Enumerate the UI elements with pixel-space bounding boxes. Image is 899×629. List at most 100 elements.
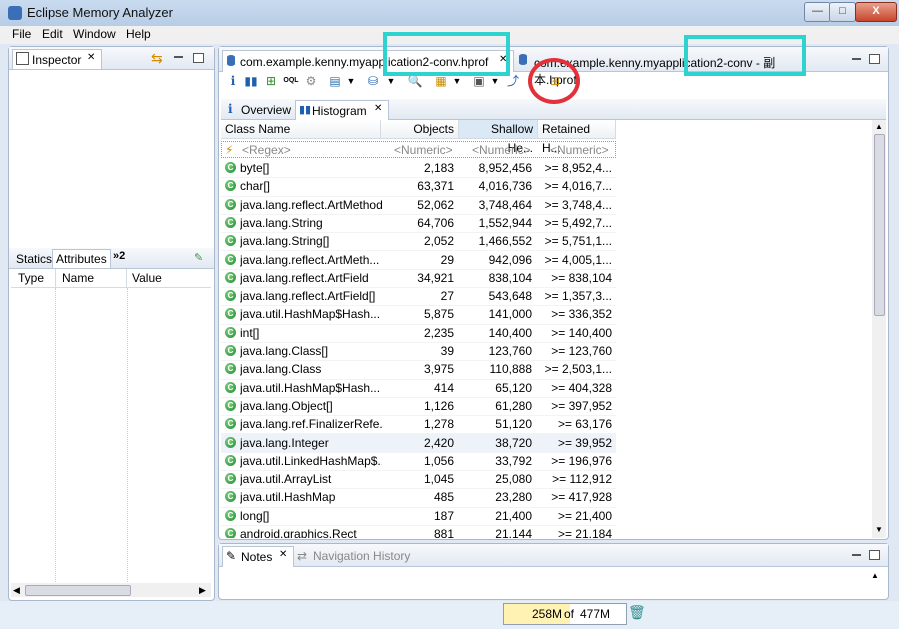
retained-filter-input[interactable]: <Numeric>	[550, 143, 609, 157]
minimize-view-icon[interactable]	[852, 554, 861, 556]
shallow-filter-input[interactable]: <Numeric>	[472, 143, 531, 157]
table-row[interactable]: Cjava.lang.Class 3,975 110,888 >= 2,503,1..…	[221, 360, 616, 380]
maximize-button[interactable]: □	[829, 2, 856, 22]
maximize-view-icon[interactable]	[193, 53, 204, 63]
class-icon: C	[225, 326, 236, 338]
objects-cell: 64,706	[417, 215, 454, 230]
maximize-view-icon[interactable]	[869, 550, 880, 560]
col-objects[interactable]: Objects	[381, 120, 459, 139]
tab-inspector[interactable]: Inspector ✕	[12, 49, 102, 69]
maximize-view-icon[interactable]	[869, 54, 880, 64]
class-name-cell: byte[]	[240, 161, 270, 175]
menu-window[interactable]: Window	[73, 27, 116, 41]
objects-filter-input[interactable]: <Numeric>	[394, 143, 453, 157]
query-browser-icon[interactable]: ▤	[327, 73, 343, 89]
objects-cell: 27	[440, 289, 454, 304]
notes-icon: ✎	[226, 549, 237, 563]
regex-filter-input[interactable]: <Regex>	[242, 143, 291, 157]
objects-cell: 187	[433, 508, 454, 523]
shallow-heap-cell: 123,760	[488, 344, 532, 358]
heap-dump-overview-icon[interactable]: ⛁	[365, 73, 381, 89]
col-shallow-heap[interactable]: Shallow He...	[459, 120, 538, 155]
scroll-left-icon[interactable]: ◀	[13, 585, 20, 596]
table-row[interactable]: Cjava.lang.String[] 2,052 1,466,552 >= 5,75…	[221, 232, 616, 252]
table-row[interactable]: Cjava.lang.Integer 2,420 38,720 >= 39,952	[221, 433, 616, 453]
objects-cell: 414	[433, 380, 454, 395]
tab-overview[interactable]: i Overview	[224, 100, 292, 118]
inspector-h-scrollbar[interactable]: ◀ ▶	[11, 583, 211, 597]
scroll-right-icon[interactable]: ▶	[199, 585, 206, 596]
dominator-tree-icon[interactable]: ⊞	[263, 73, 279, 89]
objects-cell: 485	[433, 490, 454, 505]
class-name-cell: android.graphics.Rect	[240, 527, 357, 538]
objects-cell: 2,420	[423, 435, 454, 450]
col-name[interactable]: Name	[62, 271, 94, 285]
table-row[interactable]: Cjava.lang.reflect.ArtMethod 52,062 3,748,…	[221, 196, 616, 215]
table-row[interactable]: Candroid.graphics.Rect 881 21,144 >= 21,184	[221, 525, 616, 538]
table-row[interactable]: Cjava.util.HashMap$Hash... 414 65,120 >= 40…	[221, 379, 616, 398]
scroll-down-icon[interactable]: ▼	[875, 525, 883, 534]
retained-heap-cell: >= 196,976	[551, 453, 612, 468]
class-name-cell: java.util.HashMap$Hash...	[240, 380, 381, 395]
oql-icon[interactable]: OQL	[283, 73, 299, 89]
objects-cell: 1,056	[423, 453, 454, 468]
col-class-name[interactable]: Class Name	[221, 120, 381, 139]
garbage-collect-icon[interactable]: 🗑	[628, 604, 646, 621]
pin-icon[interactable]: ✎	[194, 251, 203, 264]
table-row[interactable]: Cjava.lang.String 64,706 1,552,944 >= 5,492…	[221, 214, 616, 234]
table-row[interactable]: Cjava.lang.ref.FinalizerRefe... 1,278 51,1…	[221, 415, 616, 435]
objects-cell: 39	[440, 344, 454, 358]
table-row[interactable]: Cjava.util.HashMap 485 23,280 >= 417,928	[221, 488, 616, 508]
col-retained-heap[interactable]: Retained H...	[538, 120, 616, 155]
tab-histogram[interactable]: ▮▮ Histogram ✕	[295, 100, 389, 120]
close-button[interactable]: X	[855, 2, 897, 22]
class-icon: C	[225, 235, 236, 247]
menu-file[interactable]: File	[12, 27, 31, 41]
table-row[interactable]: Cjava.lang.reflect.ArtField[] 27 543,648 >=…	[221, 287, 616, 307]
menu-help[interactable]: Help	[126, 27, 151, 41]
window-title: Eclipse Memory Analyzer	[27, 5, 173, 20]
thread-icon[interactable]: ⚙	[303, 73, 319, 89]
table-row[interactable]: Cjava.lang.Class[] 39 123,760 >= 123,760	[221, 342, 616, 362]
table-row[interactable]: Cint[] 2,235 140,400 >= 140,400	[221, 324, 616, 343]
inspector-tab-label: Inspector	[32, 53, 82, 67]
heap-total: 477M	[580, 607, 611, 621]
class-name-cell: java.lang.String	[240, 215, 323, 230]
histogram-v-scrollbar[interactable]: ▲ ▼	[872, 120, 886, 538]
table-row[interactable]: Cjava.lang.reflect.ArtField 34,921 838,104…	[221, 269, 616, 289]
shallow-heap-cell: 21,400	[495, 508, 532, 523]
minimize-button[interactable]: —	[804, 2, 831, 22]
dropdown-arrow-icon[interactable]: ▼	[343, 73, 359, 89]
close-tab-icon[interactable]: ✕	[87, 52, 95, 63]
table-row[interactable]: Cjava.util.LinkedHashMap$... 1,056 33,792 >…	[221, 452, 616, 472]
table-row[interactable]: Cjava.lang.reflect.ArtMeth... 29 942,096 >=…	[221, 251, 616, 270]
class-icon: C	[225, 473, 236, 485]
scroll-up-icon[interactable]: ▲	[871, 571, 879, 580]
histogram-icon[interactable]: ▮▮	[243, 73, 259, 89]
col-type[interactable]: Type	[18, 271, 44, 285]
close-tab-icon[interactable]: ✕	[374, 103, 382, 114]
info-icon[interactable]: i	[225, 73, 241, 89]
minimize-view-icon[interactable]	[852, 58, 861, 60]
tab-attributes[interactable]: Attributes	[52, 249, 111, 269]
table-row[interactable]: Cchar[] 63,371 4,016,736 >= 4,016,7...	[221, 177, 616, 197]
heap-status[interactable]: 258M of 477M	[503, 603, 627, 625]
menu-edit[interactable]: Edit	[42, 27, 63, 41]
col-value[interactable]: Value	[132, 271, 162, 285]
link-with-editor-icon[interactable]: ⇆	[151, 50, 163, 67]
minimize-view-icon[interactable]	[174, 56, 183, 58]
table-row[interactable]: Cbyte[] 2,183 8,952,456 >= 8,952,4...	[221, 159, 616, 179]
more-tabs-chevron[interactable]: »2	[113, 250, 125, 262]
table-row[interactable]: Cjava.util.ArrayList 1,045 25,080 >= 112,91…	[221, 470, 616, 490]
tab-notes[interactable]: ✎ Notes ✕	[222, 546, 294, 567]
scroll-up-icon[interactable]: ▲	[875, 122, 883, 131]
tab-statics[interactable]: Statics	[16, 252, 52, 266]
table-row[interactable]: Cjava.util.HashMap$Hash... 5,875 141,000 >=…	[221, 305, 616, 325]
close-tab-icon[interactable]: ✕	[279, 549, 287, 560]
scroll-thumb[interactable]	[874, 134, 885, 316]
table-row[interactable]: Cjava.lang.Object[] 1,126 61,280 >= 397,952	[221, 397, 616, 417]
tab-navigation-history[interactable]: ⇄ Navigation History	[297, 547, 417, 565]
scroll-thumb[interactable]	[25, 585, 131, 596]
table-row[interactable]: Clong[] 187 21,400 >= 21,400	[221, 507, 616, 526]
tab-notes-label: Notes	[241, 550, 273, 564]
